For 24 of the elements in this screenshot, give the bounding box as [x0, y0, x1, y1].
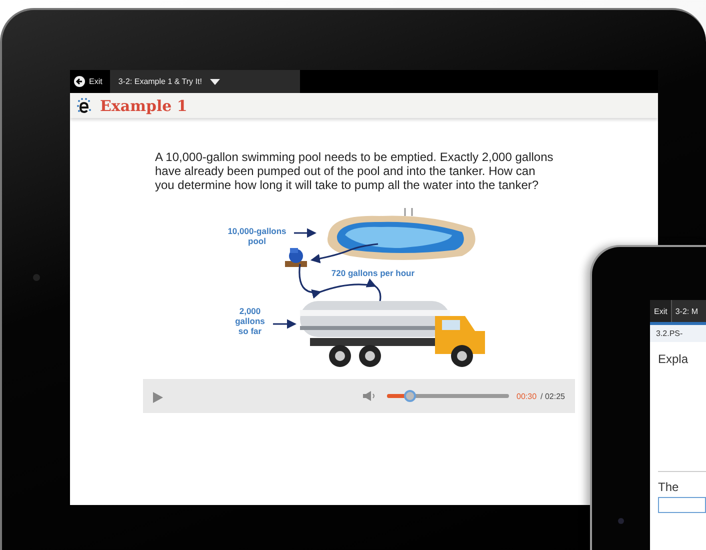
pool-label: 10,000-gallons pool	[226, 226, 288, 246]
exit-button[interactable]: Exit	[70, 70, 110, 93]
question-text: A 10,000-gallon swimming pool needs to be emptied. Exactly 2,000 gallons have already been pumped out of the pool and into the tanker. How can you determine how long it will take to pump all the water into the tanker?	[155, 150, 554, 192]
pump-drawing	[285, 248, 307, 267]
item-code: 3.2.PS-	[650, 325, 706, 342]
answer-field[interactable]	[658, 497, 706, 513]
total-time: / 02:25	[540, 392, 565, 400]
back-arrow-icon	[74, 76, 85, 87]
caret-icon	[210, 78, 220, 84]
arrow-icon	[273, 319, 297, 329]
answer-label: The	[658, 480, 680, 494]
lesson-title: Example 1	[100, 96, 188, 114]
tanker-label: 2,000 gallons so far	[234, 306, 266, 336]
prompt-text: Expla	[658, 352, 690, 366]
arrow-icon	[294, 228, 317, 238]
logo-icon	[76, 96, 92, 114]
progress-handle[interactable]	[404, 390, 416, 402]
play-icon	[153, 392, 163, 402]
lesson-tab[interactable]: 3-2: M	[672, 300, 706, 322]
current-time: 00:30	[516, 392, 537, 400]
pump-rate-label: 720 gallons per hour	[330, 268, 416, 278]
lesson-dropdown[interactable]: 3-2: Example 1 & Try It!	[110, 70, 300, 93]
speaker-icon[interactable]	[362, 391, 376, 401]
play-button[interactable]	[153, 390, 163, 402]
